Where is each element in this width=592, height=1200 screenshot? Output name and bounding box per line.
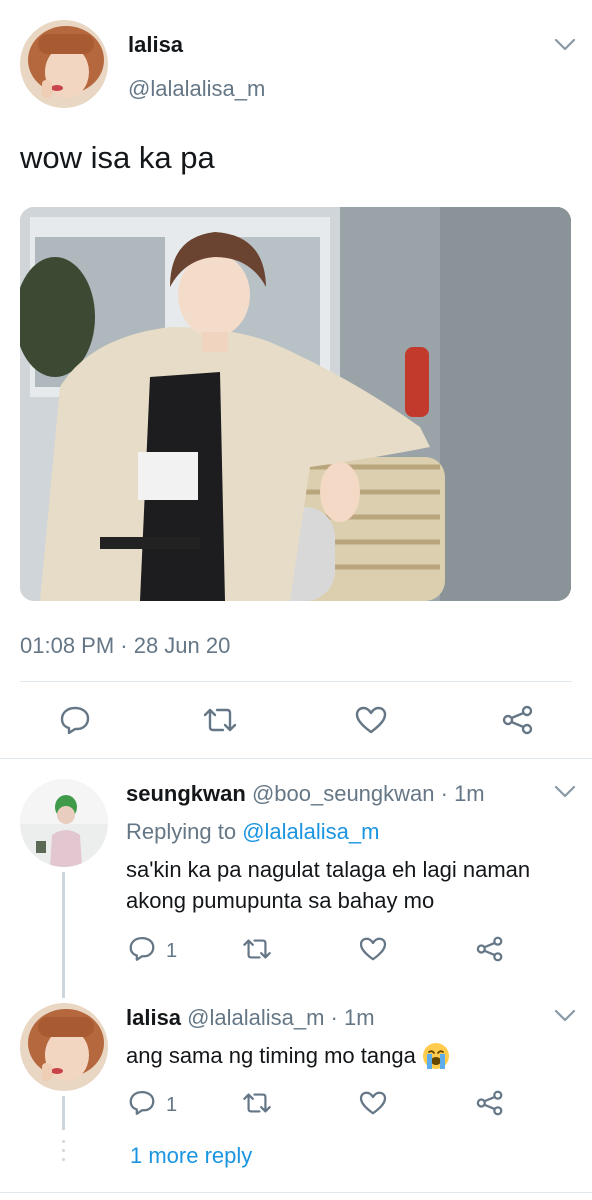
reply-icon[interactable] [129,1090,155,1115]
reply-meta[interactable]: @lalalalisa_m · 1m [187,1005,374,1030]
chevron-down-icon[interactable] [554,1009,576,1023]
more-replies-link[interactable]: 1 more reply [130,1143,252,1169]
reply-avatar[interactable] [20,1003,108,1091]
reply-text: ang sama ng timing mo tanga [126,1042,450,1070]
reply-count: 1 [166,1094,178,1116]
tweet-timestamp[interactable]: 01:08 PM · 28 Jun 20 [20,633,230,659]
tweet-text: wow isa ka pa [20,140,215,175]
reply-text-line-1: sa'kin ka pa nagulat talaga eh lagi nama… [126,857,531,882]
reply-header: seungkwan @boo_seungkwan · 1m [126,781,485,807]
crying-face-emoji [422,1042,450,1070]
reply-avatar[interactable] [20,779,108,867]
thread-line [62,1096,65,1130]
reply-author-name[interactable]: seungkwan [126,781,246,806]
reply-icon[interactable] [129,936,155,961]
reply-header: lalisa @lalalalisa_m · 1m [126,1005,375,1031]
reply-count: 1 [166,940,178,962]
replying-to-handle[interactable]: @lalalalisa_m [242,819,379,844]
replying-to-label: Replying to [126,819,237,844]
share-icon[interactable] [500,703,536,737]
reply-meta[interactable]: @boo_seungkwan · 1m [252,781,485,806]
retweet-icon[interactable] [241,1091,273,1115]
reply-text-content: ang sama ng timing mo tanga [126,1043,416,1068]
like-icon[interactable] [359,937,387,961]
tweet-media-image[interactable] [20,207,571,601]
section-divider [0,758,592,759]
share-icon[interactable] [476,1090,504,1116]
thread-dot [62,1149,65,1152]
author-handle[interactable]: @lalalalisa_m [128,76,265,102]
thread-dot [62,1158,65,1161]
author-avatar[interactable] [20,20,108,108]
share-icon[interactable] [476,936,504,962]
thread-dot [62,1140,65,1143]
like-icon[interactable] [359,1091,387,1115]
reply-author-name[interactable]: lalisa [126,1005,181,1030]
author-name[interactable]: lalisa [128,32,183,58]
like-icon[interactable] [353,703,389,737]
chevron-down-icon[interactable] [554,785,576,799]
retweet-icon[interactable] [241,937,273,961]
chevron-down-icon[interactable] [554,38,576,52]
reply-text-line-2: akong pumupunta sa bahay mo [126,888,435,913]
replying-to: Replying to @lalalalisa_m [126,819,379,845]
timestamp-divider [20,681,572,682]
reply-icon[interactable] [58,703,92,737]
retweet-icon[interactable] [200,703,240,737]
bottom-divider [0,1192,592,1193]
thread-line [62,872,65,998]
